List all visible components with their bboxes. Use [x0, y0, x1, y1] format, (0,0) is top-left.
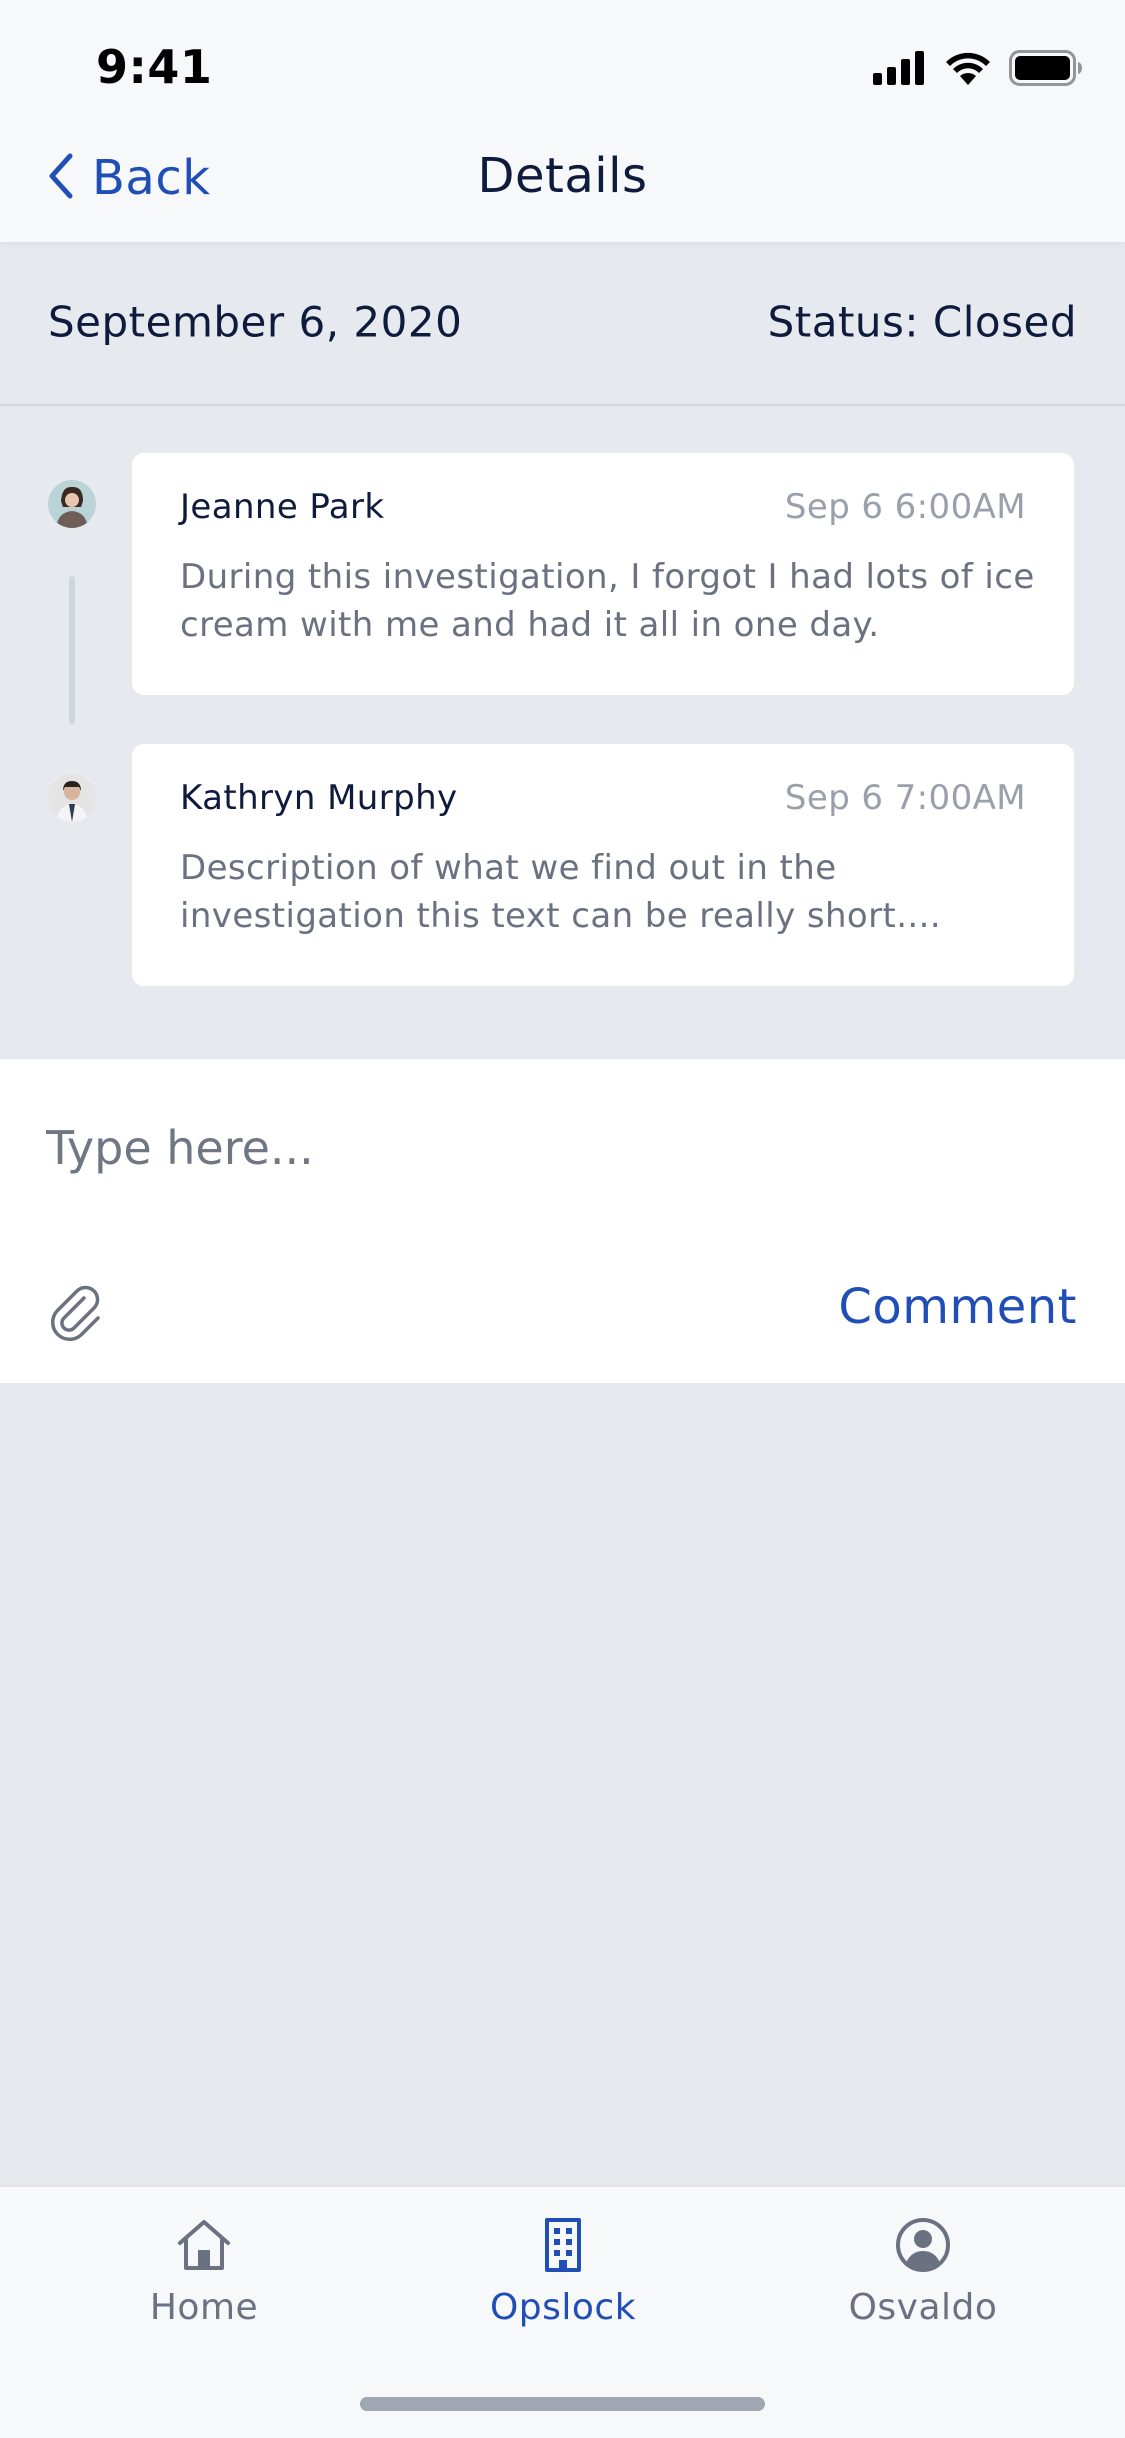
- comment-card: Kathryn Murphy Sep 6 7:00AM Description …: [132, 744, 1074, 986]
- tab-label: Osvaldo: [848, 2287, 998, 2328]
- cellular-signal-icon: [873, 51, 927, 89]
- comment-time: Sep 6 7:00AM: [784, 778, 1026, 818]
- building-icon: [533, 2215, 593, 2275]
- comment-card: Jeanne Park Sep 6 6:00AM During this inv…: [132, 453, 1074, 695]
- comment-time: Sep 6 6:00AM: [784, 487, 1026, 527]
- status-badge: Status: Closed: [767, 297, 1077, 347]
- tab-label: Opslock: [489, 2287, 637, 2328]
- comment-author: Jeanne Park: [180, 487, 385, 527]
- case-summary: September 6, 2020 Status: Closed: [0, 244, 1125, 406]
- tab-osvaldo[interactable]: Osvaldo: [743, 2187, 1103, 2337]
- attach-button[interactable]: [46, 1282, 106, 1342]
- comment-input[interactable]: [46, 1113, 1046, 1183]
- status-time: 9:41: [96, 40, 213, 94]
- comment-text: During this investigation, I forgot I ha…: [180, 557, 1035, 645]
- comment-author: Kathryn Murphy: [180, 778, 458, 818]
- comment-text: Description of what we find out in the i…: [180, 848, 942, 936]
- navigation-bar: Back Details: [0, 132, 1125, 244]
- paperclip-icon: [46, 1285, 106, 1346]
- avatar: [48, 480, 96, 528]
- home-icon: [174, 2215, 234, 2275]
- home-indicator[interactable]: [360, 2397, 765, 2411]
- comment-button[interactable]: Comment: [838, 1279, 1077, 1335]
- page-title: Details: [477, 148, 648, 204]
- wifi-icon: [945, 51, 991, 89]
- tab-home[interactable]: Home: [24, 2187, 384, 2337]
- comment-composer: Comment: [0, 1059, 1125, 1383]
- timeline-connector: [69, 576, 75, 724]
- status-bar: 9:41: [0, 0, 1125, 132]
- user-circle-icon: [893, 2215, 953, 2275]
- avatar: [48, 774, 96, 822]
- status-icons: [873, 50, 1083, 90]
- tab-label: Home: [149, 2287, 259, 2328]
- tab-opslock[interactable]: Opslock: [383, 2187, 743, 2337]
- case-date: September 6, 2020: [48, 297, 463, 347]
- battery-icon: [1009, 50, 1083, 90]
